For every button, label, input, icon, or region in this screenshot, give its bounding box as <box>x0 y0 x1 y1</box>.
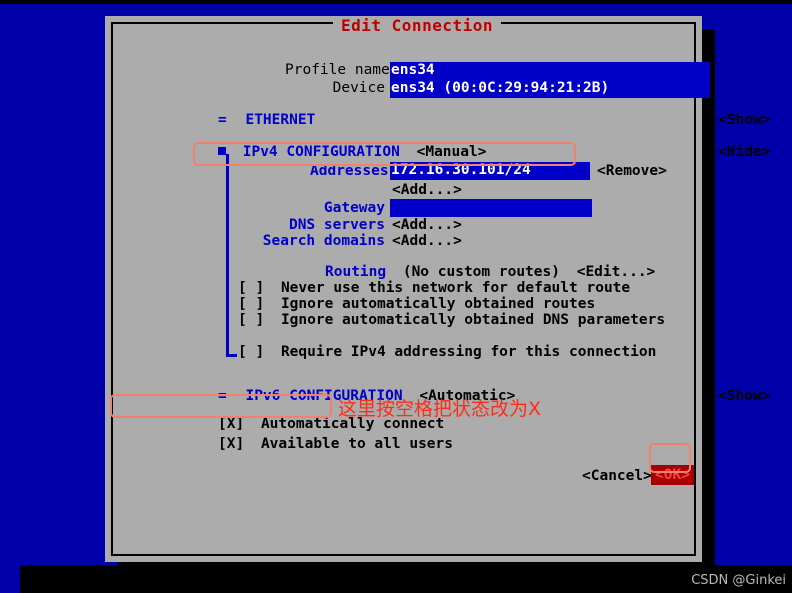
addresses-label: Addresses <box>310 163 389 179</box>
section-ipv4[interactable]: IPv4 CONFIGURATION <Manual> <box>218 144 486 160</box>
addresses-remove-button[interactable]: <Remove> <box>597 163 667 179</box>
checkbox-state: [ ] <box>238 296 265 312</box>
section-ethernet[interactable]: = ETHERNET <box>218 112 315 128</box>
gateway-value <box>390 199 592 217</box>
checkbox-label: Require IPv4 addressing for this connect… <box>280 344 657 360</box>
cancel-button[interactable]: <Cancel> <box>582 468 652 484</box>
ipv4-mode-select[interactable]: <Manual> <box>417 144 487 160</box>
profile-name-value: ens34 <box>390 62 710 80</box>
device-value: ens34 (00:0C:29:94:21:2B) <box>390 80 710 98</box>
addresses-value: 172.16.30.101/24 <box>390 162 590 180</box>
routing-label: Routing <box>325 264 387 280</box>
profile-name-label: Profile name <box>285 62 390 78</box>
routing-edit-button[interactable]: <Edit...> <box>577 264 656 280</box>
checkbox-available-all-users[interactable]: [X] Available to all users <box>218 436 453 452</box>
ipv4-hide-toggle[interactable]: <Hide> <box>718 144 770 160</box>
expanded-marker-icon <box>218 147 226 155</box>
checkbox-ignore-routes[interactable]: [ ] Ignore automatically obtained routes <box>238 296 595 312</box>
checkbox-label: Ignore automatically obtained DNS parame… <box>280 312 666 328</box>
checkbox-label: Never use this network for default route <box>280 280 631 296</box>
device-input[interactable]: ens34 (00:0C:29:94:21:2B) <box>390 80 710 98</box>
terminal-top-strip <box>0 0 792 4</box>
ipv4-section-bracket <box>226 154 229 357</box>
collapsed-marker-icon: = <box>218 388 227 404</box>
routing-value: (No custom routes) <box>402 264 560 280</box>
checkbox-ignore-dns[interactable]: [ ] Ignore automatically obtained DNS pa… <box>238 312 665 328</box>
dialog-content: Profile name ens34 Device ens34 (00:0C:2… <box>105 16 770 562</box>
edit-connection-dialog: Edit Connection Profile name ens34 Devic… <box>105 16 770 562</box>
search-domains-add-button[interactable]: <Add...> <box>392 233 462 249</box>
ethernet-show-toggle[interactable]: <Show> <box>718 112 770 128</box>
addresses-input[interactable]: 172.16.30.101/24 <box>390 162 590 180</box>
ipv6-show-toggle[interactable]: <Show> <box>718 388 770 404</box>
terminal-bottom-strip <box>0 565 792 593</box>
section-ethernet-label: ETHERNET <box>245 112 316 128</box>
checkbox-state: [X] <box>218 416 245 432</box>
device-label: Device <box>332 80 385 96</box>
watermark: CSDN @Ginkei <box>691 573 786 588</box>
section-ipv4-label: IPv4 CONFIGURATION <box>242 144 400 160</box>
ok-button[interactable]: <OK> <box>651 465 694 485</box>
ipv4-section-bracket-foot <box>226 354 237 357</box>
checkbox-state: [ ] <box>238 344 265 360</box>
search-domains-label: Search domains <box>262 233 385 249</box>
checkbox-label: Ignore automatically obtained routes <box>280 296 596 312</box>
dns-servers-add-button[interactable]: <Add...> <box>392 217 462 233</box>
checkbox-require-ipv4[interactable]: [ ] Require IPv4 addressing for this con… <box>238 344 656 360</box>
gateway-label: Gateway <box>323 200 385 216</box>
gateway-input[interactable] <box>390 199 592 217</box>
routing-row: Routing (No custom routes) <Edit...> <box>325 264 655 280</box>
checkbox-state: [ ] <box>238 280 265 296</box>
checkbox-never-default-route[interactable]: [ ] Never use this network for default r… <box>238 280 630 296</box>
checkbox-label: Available to all users <box>260 436 453 452</box>
collapsed-marker-icon: = <box>218 112 227 128</box>
terminal-bottom-left-blue <box>0 565 20 593</box>
terminal-screen: Edit Connection Profile name ens34 Devic… <box>0 0 792 593</box>
checkbox-state: [ ] <box>238 312 265 328</box>
addresses-add-button[interactable]: <Add...> <box>392 182 462 198</box>
checkbox-state: [X] <box>218 436 245 452</box>
profile-name-input[interactable]: ens34 <box>390 62 710 80</box>
annotation-note-text: 这里按空格把状态改为X <box>338 398 542 420</box>
dns-servers-label: DNS servers <box>288 217 385 233</box>
